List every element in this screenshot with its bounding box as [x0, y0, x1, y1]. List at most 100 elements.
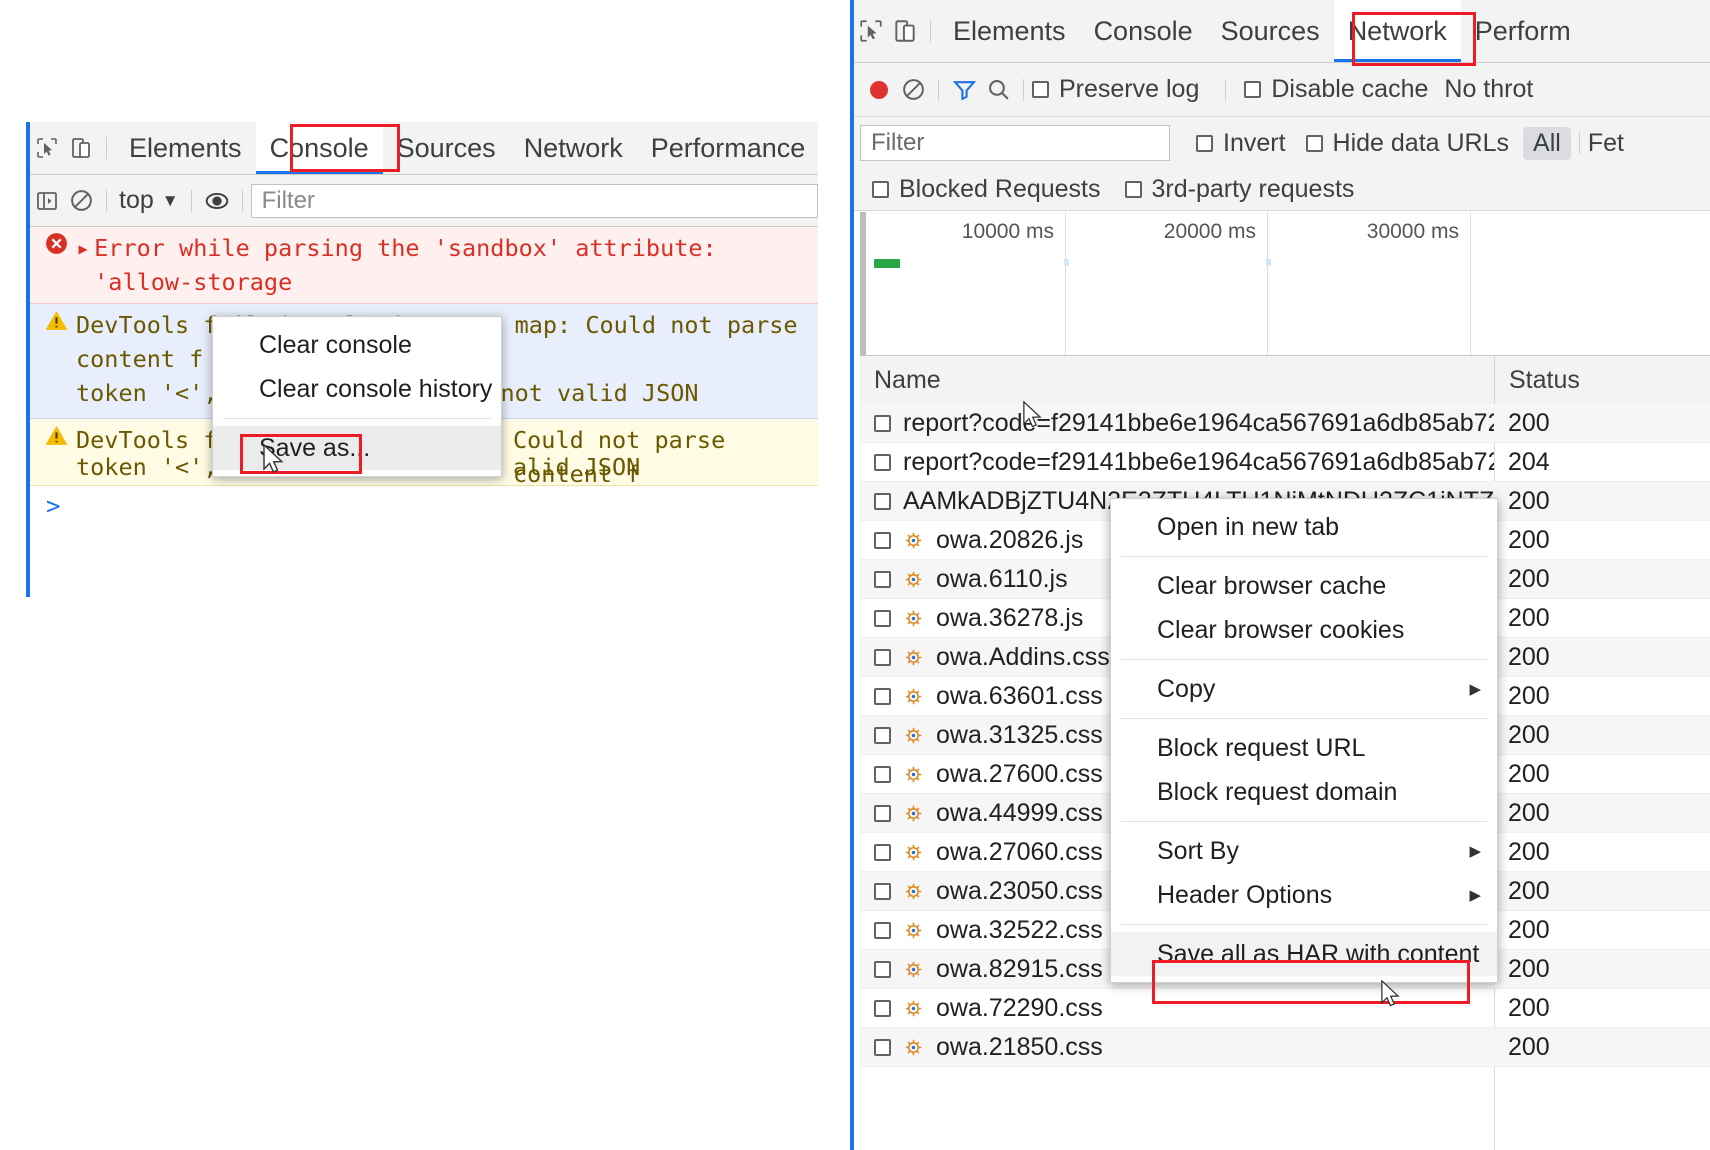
request-status-cell: 200 [1494, 604, 1550, 633]
network-toolbar-divider-2 [1023, 79, 1024, 101]
overview-tick-label: 10000 ms [962, 220, 1060, 244]
clear-requests-icon[interactable] [896, 73, 930, 107]
device-toolbar-icon[interactable] [64, 131, 98, 165]
resource-type-icon [903, 959, 924, 980]
blocked-requests-checkbox[interactable]: Blocked Requests [872, 175, 1101, 204]
context-menu-item-clear-console-history-label: Clear console history [259, 375, 492, 404]
preserve-log-checkbox[interactable]: Preserve log [1032, 75, 1199, 104]
resource-type-icon [903, 725, 924, 746]
request-name-text: owa.31325.css [936, 721, 1103, 750]
request-status-cell: 200 [1494, 565, 1550, 594]
device-toolbar-icon[interactable] [888, 14, 922, 48]
resource-type-all[interactable]: All [1523, 127, 1571, 160]
tab-console[interactable]: Console [256, 122, 383, 174]
context-menu-item-clear-console-history[interactable]: Clear console history [213, 367, 501, 411]
invert-checkbox[interactable]: Invert [1196, 129, 1286, 158]
network-filter-input[interactable]: Filter [860, 125, 1170, 161]
disable-cache-checkbox[interactable]: Disable cache [1244, 75, 1428, 104]
row-checkbox[interactable] [874, 844, 891, 861]
console-toolbar: top ▼ Filter [30, 175, 818, 227]
table-row[interactable]: owa.21850.css200 [860, 1028, 1710, 1067]
request-status-cell: 200 [1494, 877, 1550, 906]
row-checkbox[interactable] [874, 805, 891, 822]
third-party-requests-checkbox[interactable]: 3rd-party requests [1125, 175, 1355, 204]
column-header-status[interactable]: Status [1494, 356, 1580, 404]
resource-type-icon [903, 1037, 924, 1058]
context-menu-item-save-as-label: Save as... [259, 434, 370, 463]
checkbox-box [1125, 181, 1142, 198]
invert-label: Invert [1223, 129, 1286, 158]
tab-sources-label: Sources [397, 133, 496, 164]
context-menu-item-block-request-url[interactable]: Block request URL [1111, 726, 1497, 770]
overview-left-handle[interactable] [860, 212, 866, 355]
context-menu-separator [1121, 659, 1487, 660]
row-checkbox[interactable] [874, 922, 891, 939]
resource-type-fetch[interactable]: Fet [1588, 129, 1624, 158]
context-menu-item-save-all-as-har-with-content[interactable]: Save all as HAR with content [1111, 932, 1497, 976]
tab-elements[interactable]: Elements [115, 122, 256, 174]
row-checkbox[interactable] [874, 571, 891, 588]
table-row[interactable]: report?code=f29141bbe6e1964ca567691a6db8… [860, 404, 1710, 443]
console-message-error[interactable]: ▸ Error while parsing the 'sandbox' attr… [30, 227, 818, 304]
network-overview-timeline[interactable]: 10000 ms 20000 ms 30000 ms [860, 212, 1710, 356]
request-status-cell: 200 [1494, 643, 1550, 672]
tab-network[interactable]: Network [510, 122, 637, 174]
console-sidebar-icon[interactable] [30, 184, 64, 218]
row-checkbox[interactable] [874, 649, 891, 666]
row-checkbox[interactable] [874, 1039, 891, 1056]
row-checkbox[interactable] [874, 532, 891, 549]
submenu-arrow-icon: ▶ [1469, 842, 1481, 860]
tab-performance[interactable]: Performance [637, 122, 820, 174]
console-settings-eye-icon[interactable] [200, 184, 234, 218]
row-checkbox[interactable] [874, 766, 891, 783]
context-menu-item-sort-by[interactable]: Sort By▶ [1111, 829, 1497, 873]
tab-sources[interactable]: Sources [383, 122, 510, 174]
tab-console[interactable]: Console [1080, 0, 1207, 62]
request-status-cell: 200 [1494, 760, 1550, 789]
context-menu-item-clear-browser-cookies[interactable]: Clear browser cookies [1111, 608, 1497, 652]
context-menu-item-clear-console[interactable]: Clear console [213, 323, 501, 367]
row-checkbox[interactable] [874, 454, 891, 471]
row-checkbox[interactable] [874, 961, 891, 978]
row-checkbox[interactable] [874, 1000, 891, 1017]
table-row[interactable]: report?code=f29141bbe6e1964ca567691a6db8… [860, 443, 1710, 482]
overview-request-tick [1266, 259, 1271, 266]
record-button[interactable] [862, 73, 896, 107]
console-filter-input[interactable]: Filter [251, 184, 818, 218]
overview-request-bar [874, 259, 900, 268]
console-context-selector[interactable]: top ▼ [115, 186, 183, 215]
resource-type-icon [903, 608, 924, 629]
row-checkbox[interactable] [874, 883, 891, 900]
table-row[interactable]: owa.72290.css200 [860, 989, 1710, 1028]
search-icon[interactable] [981, 73, 1015, 107]
column-header-name[interactable]: Name [860, 366, 1494, 395]
throttling-selector[interactable]: No throt [1444, 75, 1533, 104]
context-menu-item-clear-browser-cache[interactable]: Clear browser cache [1111, 564, 1497, 608]
tab-elements[interactable]: Elements [939, 0, 1080, 62]
request-name-text: owa.21850.css [936, 1033, 1103, 1062]
row-checkbox[interactable] [874, 688, 891, 705]
context-menu-item-save-as[interactable]: Save as... [213, 426, 501, 470]
row-checkbox[interactable] [874, 727, 891, 744]
tab-sources[interactable]: Sources [1207, 0, 1334, 62]
context-menu-item-header-options[interactable]: Header Options▶ [1111, 873, 1497, 917]
inspect-element-icon[interactable] [30, 131, 64, 165]
clear-console-icon[interactable] [64, 184, 98, 218]
context-menu-item-copy[interactable]: Copy▶ [1111, 667, 1497, 711]
request-name-text: owa.6110.js [936, 565, 1068, 594]
tab-network[interactable]: Network [1334, 0, 1461, 62]
request-name-cell: owa.72290.css [860, 994, 1494, 1023]
filter-funnel-icon[interactable] [947, 73, 981, 107]
hide-data-urls-checkbox[interactable]: Hide data URLs [1306, 129, 1509, 158]
context-menu-item-open-in-new-tab[interactable]: Open in new tab [1111, 505, 1497, 549]
context-menu-item-block-request-domain[interactable]: Block request domain [1111, 770, 1497, 814]
context-menu-item-label: Block request URL [1157, 734, 1365, 763]
tab-performance[interactable]: Perform [1461, 0, 1585, 62]
resource-type-icon [903, 842, 924, 863]
row-checkbox[interactable] [874, 610, 891, 627]
row-checkbox[interactable] [874, 415, 891, 432]
inspect-element-icon[interactable] [854, 14, 888, 48]
console-error-expand-arrow[interactable]: ▸ [76, 231, 90, 265]
overview-tick-label: 20000 ms [1164, 220, 1262, 244]
row-checkbox[interactable] [874, 493, 891, 510]
